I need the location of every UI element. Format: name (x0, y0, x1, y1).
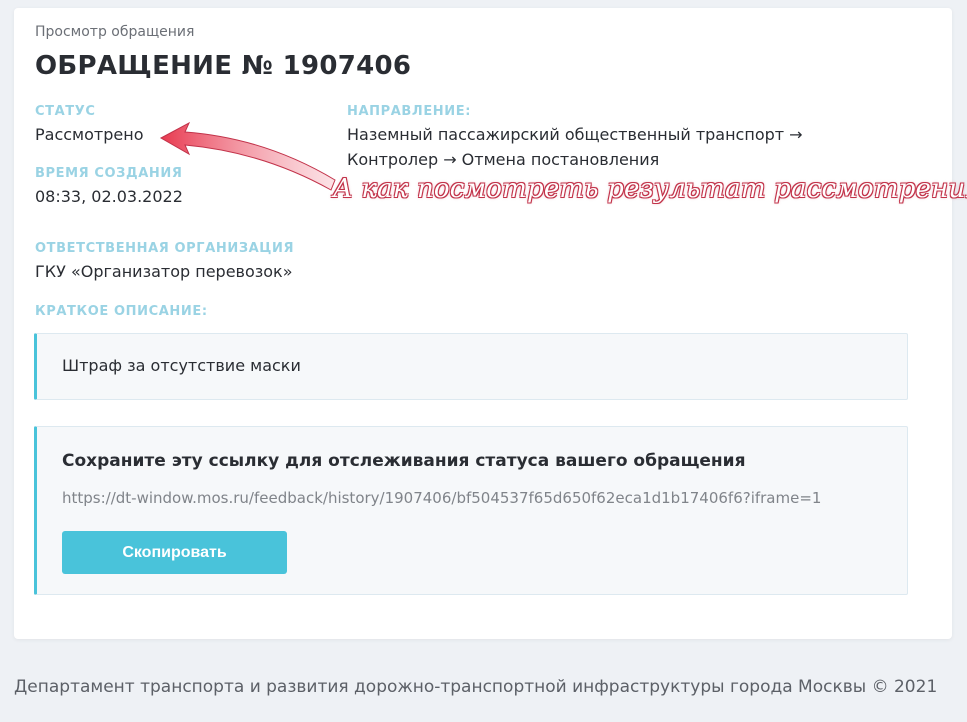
tracking-link-box: Сохраните эту ссылку для отслеживания ст… (34, 426, 908, 595)
tracking-link-heading: Сохраните эту ссылку для отслеживания ст… (62, 451, 746, 471)
description-text: Штраф за отсутствие маски (62, 356, 301, 375)
direction-label: НАПРАВЛЕНИЕ: (347, 104, 472, 119)
status-value: Рассмотрено (35, 125, 144, 144)
copy-button[interactable]: Скопировать (62, 531, 287, 574)
annotation-text: А как посмотреть результат рассмотрения? (333, 174, 967, 204)
footer: Департамент транспорта и развития дорожн… (14, 677, 938, 697)
direction-line-2: Контролер → Отмена постановления (347, 150, 660, 169)
organization-label: ОТВЕТСТВЕННАЯ ОРГАНИЗАЦИЯ (35, 241, 295, 256)
description-label: КРАТКОЕ ОПИСАНИЕ: (35, 304, 208, 319)
breadcrumb: Просмотр обращения (35, 24, 195, 40)
organization-value: ГКУ «Организатор перевозок» (35, 262, 293, 281)
status-label: СТАТУС (35, 104, 96, 119)
description-box: Штраф за отсутствие маски (34, 333, 908, 400)
page-title: ОБРАЩЕНИЕ № 1907406 (35, 51, 412, 81)
direction-line-1: Наземный пассажирский общественный транс… (347, 125, 803, 144)
annotation-arrow-icon (159, 121, 336, 191)
tracking-link-url[interactable]: https://dt-window.mos.ru/feedback/histor… (62, 489, 821, 507)
